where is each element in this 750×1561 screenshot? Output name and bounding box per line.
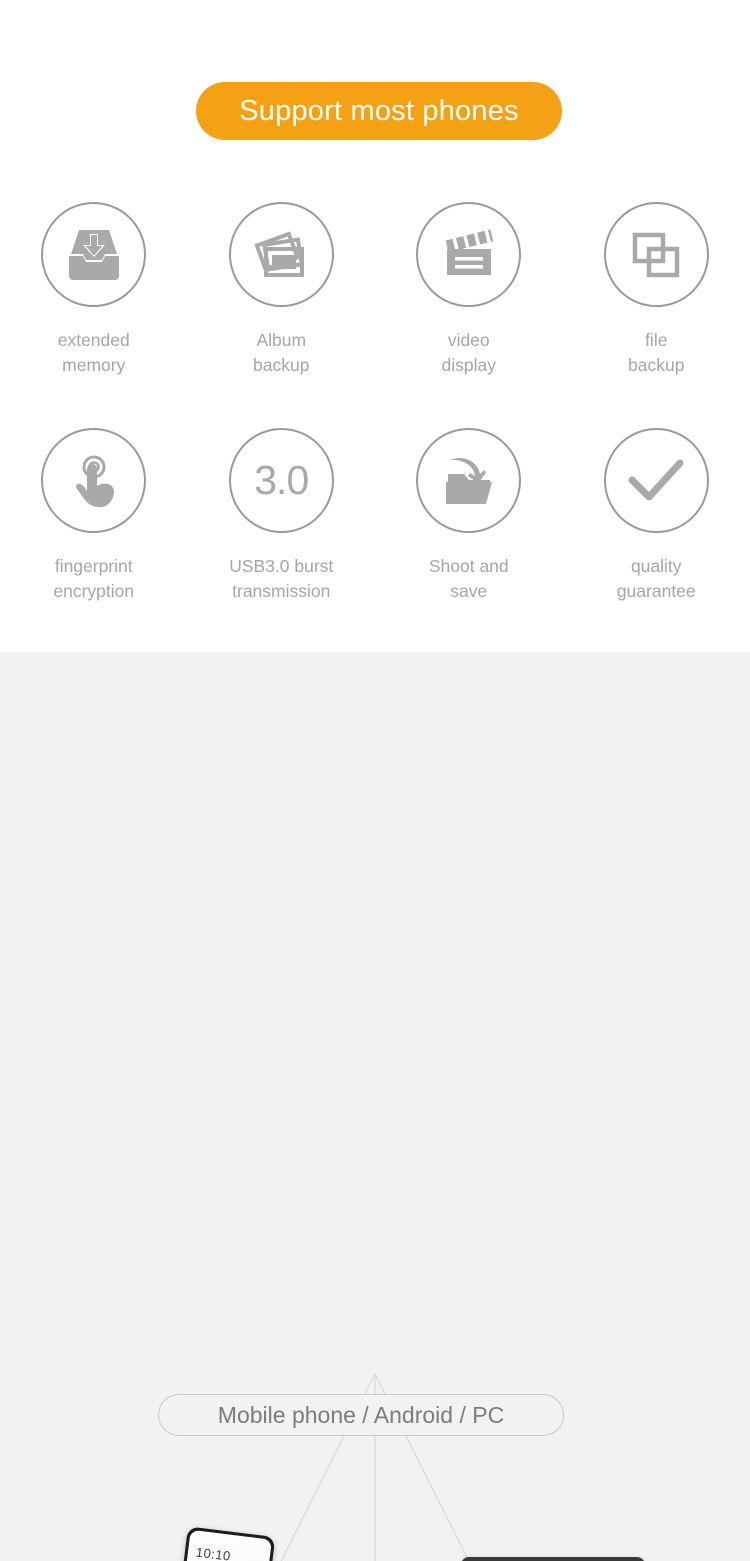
file-copy-icon <box>629 230 683 280</box>
feature-icon-frame <box>603 202 709 307</box>
android-phone-body: 10:10 周五 8月4日 <box>164 1526 276 1561</box>
feature-item-fingerprint-encryption: fingerprint encryption <box>0 428 188 654</box>
feature-label: Shoot and save <box>428 556 509 601</box>
feature-label: Album backup <box>253 330 310 375</box>
feature-icon-frame <box>228 202 334 307</box>
feature-icon-frame <box>41 202 147 307</box>
feature-item-shoot-and-save: Shoot and save <box>375 428 563 654</box>
features-section: Support most phones extended memory Albu… <box>0 0 750 652</box>
feature-label: fingerprint encryption <box>53 556 135 601</box>
inbox-download-icon <box>65 228 123 282</box>
diagram-heading-pill: Mobile phone / Android / PC <box>158 1394 564 1436</box>
section-title-badge: Support most phones <box>196 82 562 140</box>
clapperboard-icon <box>441 228 497 281</box>
photo-stack-icon <box>252 229 310 281</box>
feature-label: extended memory <box>57 330 130 375</box>
compatibility-diagram-section: Mobile phone / Android / PC 10:10 周五 8月4… <box>0 652 750 1561</box>
feature-icon-frame: 3.0 <box>228 428 334 533</box>
macbook-device: MacBook Pro <box>440 1557 666 1561</box>
product-infographic-page: Support most phones extended memory Albu… <box>0 0 750 1561</box>
folder-save-arrow-icon <box>440 454 498 508</box>
feature-label: file backup <box>628 330 685 375</box>
feature-item-quality-guarantee: quality guarantee <box>563 428 750 654</box>
feature-icon-frame <box>41 428 147 533</box>
macbook-lid: MacBook Pro <box>461 1557 645 1561</box>
feature-icon-frame <box>416 202 522 307</box>
feature-item-file-backup: file backup <box>563 202 750 428</box>
section-title-text: Support most phones <box>239 94 519 127</box>
feature-item-album-backup: Album backup <box>188 202 376 428</box>
fingerprint-touch-icon <box>68 454 120 508</box>
checkmark-icon <box>627 458 685 504</box>
android-clock-label: 10:10 <box>195 1544 232 1561</box>
feature-label: quality guarantee <box>616 556 696 601</box>
feature-label: USB3.0 burst transmission <box>229 556 334 601</box>
feature-label: video display <box>441 330 496 375</box>
android-phone-screen: 10:10 周五 8月4日 <box>168 1529 273 1561</box>
usb-version-text-icon: 3.0 <box>254 457 309 503</box>
feature-item-usb3-burst: 3.0 USB3.0 burst transmission <box>188 428 376 654</box>
feature-item-extended-memory: extended memory <box>0 202 188 428</box>
feature-icon-frame <box>603 428 709 533</box>
diagram-heading-text: Mobile phone / Android / PC <box>217 1401 505 1428</box>
feature-grid: extended memory Album backup video displ… <box>0 202 750 654</box>
feature-item-video-display: video display <box>375 202 563 428</box>
feature-icon-frame <box>416 428 522 533</box>
android-phone-device: 10:10 周五 8月4日 <box>164 1526 276 1561</box>
